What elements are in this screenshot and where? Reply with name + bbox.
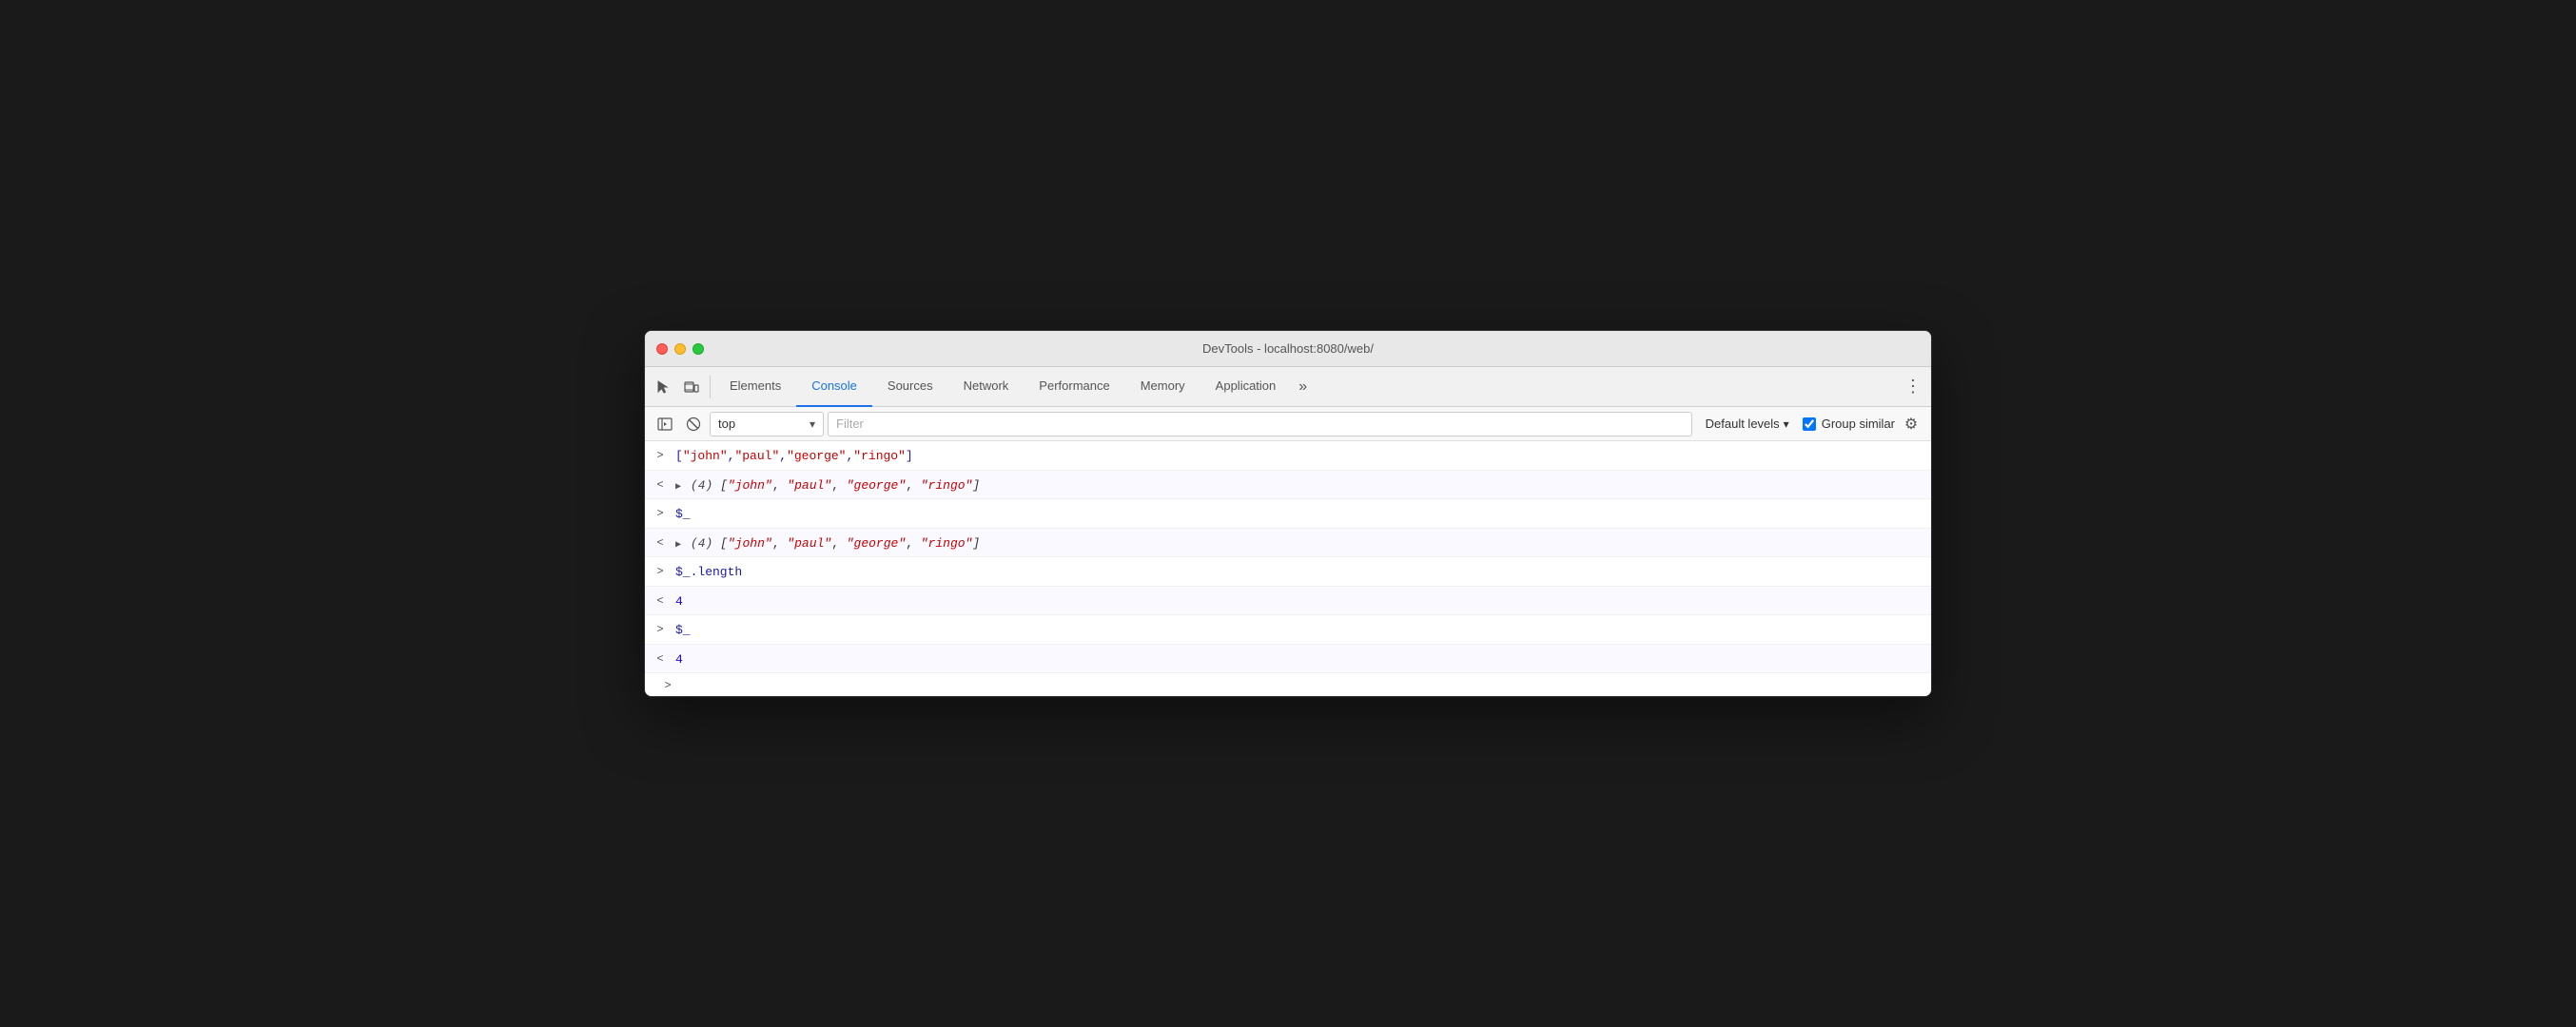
more-tabs-button[interactable]: » xyxy=(1291,367,1315,407)
input-arrow: > xyxy=(645,561,675,580)
input-arrow: > xyxy=(645,445,675,464)
console-row: > $_.length xyxy=(645,557,1931,587)
console-row-content: ["john","paul","george","ringo"] xyxy=(675,445,1923,466)
console-row: < ▶ (4) ["john", "paul", "george", "ring… xyxy=(645,471,1931,500)
tab-memory[interactable]: Memory xyxy=(1125,367,1200,407)
toolbar-separator xyxy=(710,376,711,398)
gear-icon: ⚙ xyxy=(1904,415,1918,434)
console-settings-button[interactable]: ⚙ xyxy=(1899,412,1923,436)
console-row-content: ▶ (4) ["john", "paul", "george", "ringo"… xyxy=(675,475,1923,495)
expand-array-button[interactable]: ▶ xyxy=(675,538,681,552)
tab-network[interactable]: Network xyxy=(948,367,1025,407)
input-arrow: > xyxy=(645,619,675,638)
levels-label: Default levels xyxy=(1706,417,1780,431)
traffic-lights xyxy=(656,343,704,355)
console-row: < 4 xyxy=(645,587,1931,616)
expand-array-button[interactable]: ▶ xyxy=(675,480,681,494)
close-button[interactable] xyxy=(656,343,668,355)
cursor-icon-button[interactable] xyxy=(649,373,677,401)
group-similar-label[interactable]: Group similar xyxy=(1803,417,1895,431)
show-console-sidebar-button[interactable] xyxy=(653,412,677,436)
expand-triangle-icon: ▶ xyxy=(675,538,681,552)
context-selector[interactable]: top ▾ xyxy=(710,412,824,436)
levels-chevron-icon: ▾ xyxy=(1784,417,1789,431)
group-similar-checkbox[interactable] xyxy=(1803,417,1816,431)
toolbar-right: ⋮ xyxy=(1899,373,1927,401)
console-row-content: $_ xyxy=(675,619,1923,640)
chevron-down-icon: ▾ xyxy=(810,417,815,431)
context-selector-value: top xyxy=(718,417,804,431)
minimize-button[interactable] xyxy=(674,343,686,355)
console-output: > ["john","paul","george","ringo"] < ▶ (… xyxy=(645,441,1931,696)
console-row-content: 4 xyxy=(675,649,1923,669)
console-input-row: > xyxy=(645,673,1931,696)
console-row: < 4 xyxy=(645,645,1931,674)
log-levels-button[interactable]: Default levels ▾ xyxy=(1696,412,1799,436)
console-row-content: $_ xyxy=(675,503,1923,524)
group-similar-text: Group similar xyxy=(1822,417,1895,431)
active-input-arrow: > xyxy=(653,677,683,692)
console-row-content: ▶ (4) ["john", "paul", "george", "ringo"… xyxy=(675,533,1923,553)
console-row: > $_ xyxy=(645,499,1931,529)
output-arrow: < xyxy=(645,475,675,494)
output-arrow: < xyxy=(645,649,675,668)
console-row: < ▶ (4) ["john", "paul", "george", "ring… xyxy=(645,529,1931,558)
input-arrow: > xyxy=(645,503,675,522)
maximize-button[interactable] xyxy=(693,343,704,355)
tab-elements[interactable]: Elements xyxy=(714,367,796,407)
console-input[interactable] xyxy=(683,678,1923,692)
kebab-icon: ⋮ xyxy=(1904,377,1922,397)
device-mode-button[interactable] xyxy=(677,373,706,401)
output-arrow: < xyxy=(645,591,675,610)
customize-devtools-button[interactable]: ⋮ xyxy=(1899,373,1927,401)
filter-input[interactable] xyxy=(828,412,1692,436)
console-toolbar: top ▾ Default levels ▾ Group similar ⚙ xyxy=(645,407,1931,441)
tab-performance[interactable]: Performance xyxy=(1024,367,1124,407)
tab-application[interactable]: Application xyxy=(1200,367,1292,407)
console-row-content: $_.length xyxy=(675,561,1923,582)
title-bar: DevTools - localhost:8080/web/ xyxy=(645,331,1931,367)
console-row-content: 4 xyxy=(675,591,1923,611)
expand-triangle-icon: ▶ xyxy=(675,480,681,494)
tab-console[interactable]: Console xyxy=(796,367,872,407)
tab-sources[interactable]: Sources xyxy=(872,367,948,407)
window-title: DevTools - localhost:8080/web/ xyxy=(1202,341,1374,356)
console-row: > $_ xyxy=(645,615,1931,645)
clear-console-button[interactable] xyxy=(681,412,706,436)
console-row: > ["john","paul","george","ringo"] xyxy=(645,441,1931,471)
main-toolbar: Elements Console Sources Network Perform… xyxy=(645,367,1931,407)
output-arrow: < xyxy=(645,533,675,552)
tab-list: Elements Console Sources Network Perform… xyxy=(714,367,1899,407)
